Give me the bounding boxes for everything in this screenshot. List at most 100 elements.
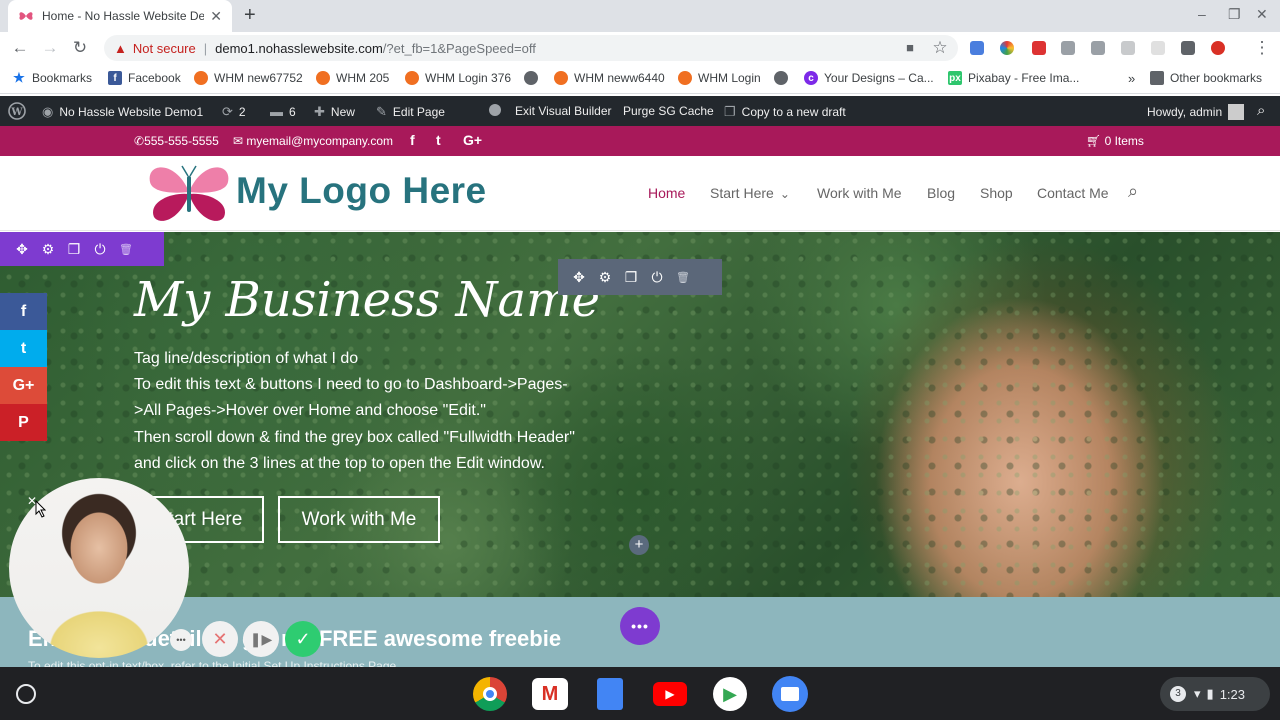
bookmark-item[interactable]: ★ Bookmarks [12, 70, 92, 85]
bookmark-item[interactable]: WHM new67752 [194, 71, 303, 85]
hero-text-line[interactable]: To edit this text & buttons I need to go… [134, 376, 568, 394]
color-picker-icon[interactable] [1000, 41, 1014, 55]
gmail-icon[interactable]: M [532, 678, 568, 710]
bookmark-item[interactable] [524, 71, 544, 85]
email-link[interactable]: ✉ myemail@mycompany.com [233, 134, 393, 148]
cancel-recording-icon[interactable]: ✕ [202, 621, 238, 657]
minimize-button[interactable]: – [1198, 6, 1206, 22]
work-with-me-button[interactable]: Work with Me [278, 496, 440, 543]
reload-icon[interactable]: ↻ [68, 36, 92, 60]
duplicate-icon[interactable]: ❐ [618, 269, 644, 286]
close-window-button[interactable]: ✕ [1256, 6, 1268, 23]
globe-icon [524, 71, 538, 85]
nav-blog[interactable]: Blog [927, 185, 955, 201]
add-module-button[interactable]: + [629, 535, 649, 555]
share-twitter-icon[interactable]: t [0, 330, 47, 367]
move-icon[interactable]: ✥ [566, 269, 592, 286]
page-settings-button[interactable]: ••• [620, 607, 660, 645]
logo-text[interactable]: My Logo Here [236, 170, 487, 212]
power-icon[interactable]: ⏻ [644, 269, 670, 286]
files-icon[interactable] [772, 676, 808, 712]
chrome-icon[interactable] [472, 677, 508, 711]
star-icon[interactable]: ☆ [928, 36, 952, 60]
cpanel-icon [316, 71, 330, 85]
nav-work-with-me[interactable]: Work with Me [817, 185, 902, 201]
hero-text-line[interactable]: and click on the 3 lines at the top to o… [134, 455, 545, 473]
extension-icon[interactable] [1211, 41, 1225, 55]
more-options-icon[interactable]: ••• [170, 629, 192, 651]
duplicate-icon[interactable]: ❐ [61, 241, 87, 258]
bookmark-item[interactable]: WHM Login 376 [405, 71, 511, 85]
finish-recording-icon[interactable]: ✓ [285, 621, 321, 657]
bookmark-item[interactable]: c Your Designs – Ca... [804, 71, 934, 85]
close-tab-icon[interactable]: ✕ [210, 8, 222, 25]
extension-icon[interactable] [1121, 41, 1135, 55]
bookmark-item[interactable]: WHM Login [678, 71, 761, 85]
bookmark-item[interactable] [774, 71, 794, 85]
back-arrow-icon[interactable]: ← [8, 36, 32, 60]
google-plus-icon[interactable]: G+ [463, 132, 482, 148]
copy-draft-link[interactable]: ❐ Copy to a new draft [724, 104, 846, 120]
share-pinterest-icon[interactable]: P [0, 404, 47, 441]
account-link[interactable]: Howdy, admin [1147, 104, 1245, 120]
extension-icon[interactable] [1151, 41, 1165, 55]
site-name-link[interactable]: ◉ No Hassle Website Demo1 [42, 104, 203, 120]
menu-dots-icon[interactable]: ⋮ [1250, 36, 1274, 60]
search-icon[interactable]: ⌕ [1257, 102, 1265, 119]
pause-recording-icon[interactable]: ❚▶ [243, 621, 279, 657]
extension-icon[interactable] [1032, 41, 1046, 55]
play-store-icon[interactable]: ▶ [712, 677, 748, 711]
twitter-icon[interactable]: t [436, 132, 441, 148]
butterfly-logo-icon[interactable] [146, 162, 232, 224]
exit-visual-builder-link[interactable]: Exit Visual Builder [515, 104, 612, 118]
hero-title[interactable]: My Business Name [134, 272, 600, 328]
trash-icon[interactable]: 🗑︎ [670, 271, 696, 284]
facebook-icon[interactable]: f [410, 132, 415, 148]
address-bar[interactable]: ▲ Not secure | demo1.nohasslewebsite.com… [104, 35, 958, 61]
settings-gear-icon[interactable]: ⚙ [592, 269, 618, 286]
nav-start-here[interactable]: Start Here ⌄ [710, 185, 790, 201]
launcher-icon[interactable] [16, 684, 36, 704]
facebook-extension-icon[interactable] [1091, 41, 1105, 55]
nav-contact-me[interactable]: Contact Me [1037, 185, 1109, 201]
extension-icon[interactable] [1181, 41, 1195, 55]
cart-link[interactable]: 🛒︎ 0 Items [1086, 134, 1144, 148]
youtube-icon[interactable]: ▶ [652, 678, 688, 710]
hero-text-line[interactable]: >All Pages->Hover over Home and choose "… [134, 402, 486, 420]
power-icon[interactable]: ⏻ [87, 241, 113, 258]
bookmark-item[interactable]: px Pixabay - Free Ima... [948, 71, 1079, 85]
share-google-plus-icon[interactable]: G+ [0, 367, 47, 404]
new-tab-button[interactable]: + [244, 4, 256, 27]
updates-link[interactable]: ⟳ 2 [222, 104, 246, 120]
trash-icon[interactable]: 🗑︎ [113, 243, 139, 256]
other-bookmarks[interactable]: Other bookmarks [1150, 71, 1262, 85]
google-docs-icon[interactable] [592, 678, 628, 710]
hero-text-line[interactable]: Then scroll down & find the grey box cal… [134, 429, 575, 447]
more-bookmarks-icon[interactable]: » [1128, 71, 1135, 86]
restore-button[interactable]: ❐ [1228, 6, 1241, 23]
comments-link[interactable]: ▬ 6 [270, 104, 296, 119]
screenshot-icon[interactable] [1061, 41, 1075, 55]
settings-gear-icon[interactable]: ⚙ [35, 241, 61, 258]
new-content-link[interactable]: ✚ New [314, 104, 355, 120]
edit-page-link[interactable]: ✎ Edit Page [376, 104, 445, 120]
camera-icon[interactable]: ■ [898, 36, 922, 60]
share-facebook-icon[interactable]: f [0, 293, 47, 330]
nav-shop[interactable]: Shop [980, 185, 1013, 201]
nav-home[interactable]: Home [648, 185, 685, 201]
avatar [1228, 104, 1245, 120]
bookmark-item[interactable]: WHM 205 [316, 71, 389, 85]
system-tray[interactable]: 3 ▾ ▮ 1:23 [1160, 677, 1270, 711]
move-icon[interactable]: ✥ [9, 241, 35, 258]
forward-arrow-icon[interactable]: → [38, 36, 62, 60]
purge-cache-link[interactable]: Purge SG Cache [623, 104, 714, 118]
bookmark-item[interactable]: WHM neww6440 [554, 71, 665, 85]
search-icon[interactable]: ⌕ [1128, 181, 1138, 202]
hero-tagline[interactable]: Tag line/description of what I do [134, 350, 358, 368]
cpanel-icon [554, 71, 568, 85]
bookmark-item[interactable]: f Facebook [108, 71, 181, 85]
extension-icon[interactable] [970, 41, 984, 55]
phone-link[interactable]: ✆555-555-5555 [134, 134, 219, 148]
wordpress-logo-icon[interactable]: W [8, 102, 26, 120]
browser-tab[interactable]: Home - No Hassle Website Demo ✕ [8, 0, 232, 32]
